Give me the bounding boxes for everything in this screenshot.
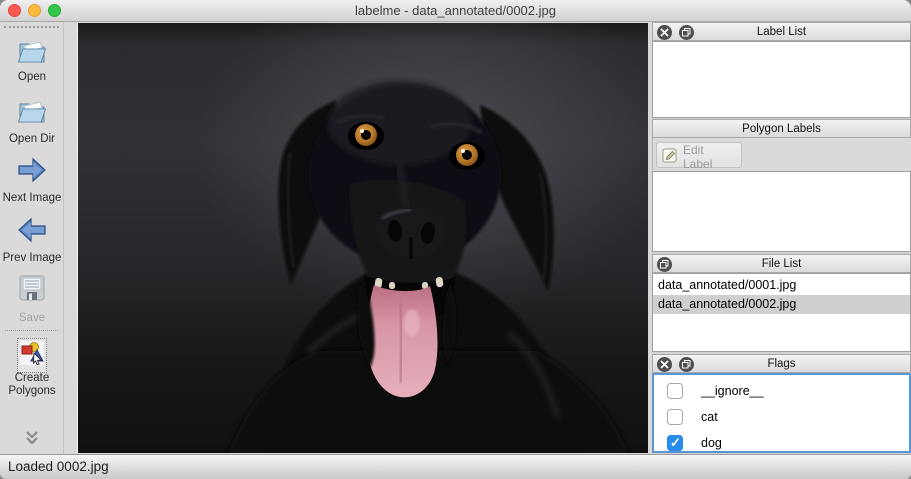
toolbar: Open Open Dir Ne	[0, 22, 64, 454]
floppy-disk-icon	[16, 272, 48, 309]
edit-label-button-text: Edit Label	[683, 143, 712, 171]
flags-list[interactable]: ✓ __ignore__ ✓ cat ✓ dog	[652, 373, 911, 453]
polygon-labels-title: Polygon Labels	[653, 120, 910, 138]
flag-checkbox[interactable]: ✓	[667, 409, 683, 425]
dog-photo	[78, 23, 649, 453]
label-list-header[interactable]: Label List	[652, 22, 911, 41]
label-list-title: Label List	[653, 23, 910, 41]
status-bar: Loaded 0002.jpg	[0, 454, 911, 479]
open-dir-button[interactable]	[0, 96, 64, 131]
flag-item[interactable]: ✓ cat	[654, 405, 909, 431]
status-message: Loaded 0002.jpg	[8, 455, 109, 479]
double-chevron-down-icon	[23, 433, 41, 450]
toolbar-overflow-button[interactable]	[0, 430, 64, 451]
dog-right-eye	[449, 142, 485, 170]
shapes-icon	[20, 341, 44, 370]
create-polygons-button[interactable]	[0, 338, 64, 373]
file-list-title: File List	[653, 255, 910, 273]
image-canvas[interactable]	[77, 23, 648, 453]
arrow-right-icon	[16, 156, 48, 189]
prev-image-button-label: Prev Image	[0, 252, 64, 265]
file-list-item[interactable]: data_annotated/0002.jpg	[653, 295, 910, 314]
open-button-label: Open	[0, 71, 64, 84]
flags-title: Flags	[653, 355, 910, 373]
open-dir-button-label: Open Dir	[0, 133, 64, 146]
open-folder-icon	[16, 36, 48, 71]
flag-checkbox[interactable]: ✓	[667, 435, 683, 451]
edit-label-button[interactable]: Edit Label	[656, 142, 742, 168]
arrow-left-icon	[16, 216, 48, 249]
label-list[interactable]	[652, 41, 911, 118]
flag-item[interactable]: ✓ __ignore__	[654, 379, 909, 405]
toolbar-drag-handle[interactable]	[4, 26, 59, 28]
dock-panels: Label List Polygon Labels Edit Label	[652, 22, 911, 454]
prev-image-button[interactable]	[0, 216, 64, 249]
toolbar-separator	[5, 330, 58, 331]
check-icon: ✓	[670, 435, 681, 451]
title-bar[interactable]: labelme - data_annotated/0002.jpg	[0, 0, 911, 22]
save-button-label: Save	[0, 312, 64, 325]
next-image-button[interactable]	[0, 156, 64, 189]
polygon-labels-toolbar: Edit Label	[652, 138, 911, 171]
flag-label: __ignore__	[701, 379, 764, 405]
open-folder-icon	[16, 96, 48, 131]
dog-left-eye	[348, 122, 384, 150]
flag-label: cat	[701, 405, 718, 431]
create-polygons-button-label: Create Polygons	[0, 372, 64, 398]
window-title: labelme - data_annotated/0002.jpg	[0, 0, 911, 22]
file-list[interactable]: data_annotated/0001.jpg data_annotated/0…	[652, 273, 911, 352]
labelme-window: labelme - data_annotated/0002.jpg Open	[0, 0, 911, 479]
flag-checkbox[interactable]: ✓	[667, 383, 683, 399]
file-list-header[interactable]: File List	[652, 254, 911, 273]
flags-header[interactable]: Flags	[652, 354, 911, 373]
save-button[interactable]	[0, 272, 64, 309]
file-list-item[interactable]: data_annotated/0001.jpg	[653, 276, 910, 295]
polygon-labels-header[interactable]: Polygon Labels	[652, 119, 911, 138]
open-button[interactable]	[0, 36, 64, 71]
polygon-labels-list[interactable]	[652, 171, 911, 252]
next-image-button-label: Next Image	[0, 192, 64, 205]
